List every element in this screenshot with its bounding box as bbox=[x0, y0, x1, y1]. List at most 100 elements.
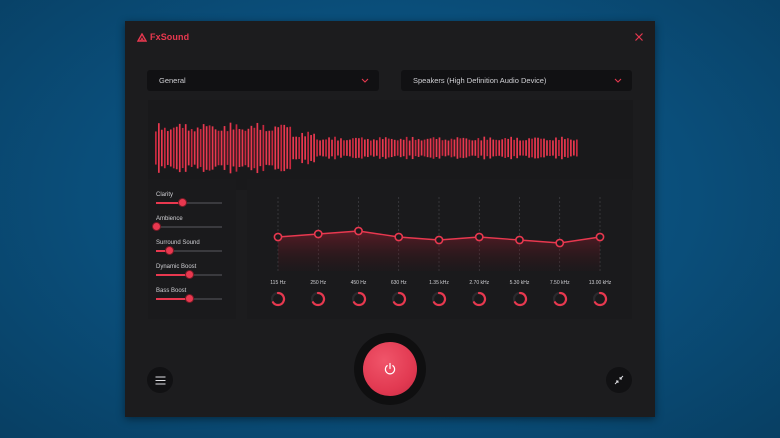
eq-band-frequency-knob[interactable] bbox=[471, 291, 487, 307]
waveform-bar bbox=[337, 140, 339, 156]
waveform-bar bbox=[199, 129, 202, 167]
waveform-bar bbox=[387, 138, 390, 158]
waveform-bar bbox=[456, 137, 459, 159]
waveform-bar bbox=[471, 140, 474, 156]
waveform-bar bbox=[528, 138, 530, 158]
effect-slider-track[interactable] bbox=[156, 295, 222, 302]
power-button[interactable] bbox=[363, 342, 417, 396]
waveform-bar bbox=[384, 137, 387, 159]
waveform-bar bbox=[393, 139, 396, 157]
waveform-bar bbox=[495, 139, 498, 157]
waveform-bar bbox=[172, 127, 175, 169]
eq-band-handle[interactable] bbox=[313, 229, 323, 239]
waveform-bar bbox=[432, 137, 435, 159]
effect-label: Surround Sound bbox=[156, 240, 200, 246]
eq-band-frequency-label: 115 Hz bbox=[270, 280, 286, 286]
effect-label: Ambience bbox=[156, 216, 183, 222]
eq-band-frequency-knob[interactable] bbox=[310, 291, 326, 307]
waveform-bar bbox=[307, 131, 309, 165]
effect-slider-handle[interactable] bbox=[185, 295, 193, 302]
eq-band-handle[interactable] bbox=[595, 232, 605, 242]
waveform-bar bbox=[190, 129, 193, 167]
chevron-down-icon bbox=[361, 78, 369, 83]
waveform-bar bbox=[570, 139, 572, 157]
eq-band-frequency-label: 2.70 kHz bbox=[469, 280, 490, 286]
effect-slider-track[interactable] bbox=[152, 223, 222, 230]
eq-band-handle[interactable] bbox=[555, 238, 565, 248]
fxsound-window: FxSound General Speakers (High Definitio… bbox=[125, 21, 655, 417]
waveform-bar bbox=[235, 124, 238, 172]
waveform-bar bbox=[540, 138, 542, 158]
eq-band-handle[interactable] bbox=[434, 235, 444, 245]
eq-band-handle[interactable] bbox=[273, 232, 283, 242]
effect-slider-handle[interactable] bbox=[165, 247, 173, 254]
effect-slider-handle[interactable] bbox=[152, 223, 160, 230]
waveform-bar bbox=[417, 139, 420, 157]
effect-slider-track[interactable] bbox=[156, 199, 222, 206]
waveform-bar bbox=[516, 137, 518, 159]
effect-slider-track[interactable] bbox=[156, 271, 222, 278]
eq-band-handle[interactable] bbox=[354, 226, 363, 236]
eq-band-frequency-knob[interactable] bbox=[391, 291, 407, 307]
waveform-bar bbox=[349, 139, 351, 157]
waveform-bar bbox=[280, 124, 283, 172]
menu-button[interactable] bbox=[147, 367, 173, 393]
waveform-bar bbox=[286, 127, 289, 169]
eq-band-handle[interactable] bbox=[474, 232, 484, 242]
waveform-bar bbox=[214, 129, 217, 167]
preset-dropdown[interactable]: General bbox=[147, 70, 379, 91]
waveform-bar bbox=[316, 139, 318, 157]
waveform-bar bbox=[155, 131, 157, 165]
waveform-bar bbox=[289, 126, 292, 170]
waveform-bar bbox=[358, 138, 360, 158]
waveform-bar bbox=[301, 132, 303, 164]
waveform-bar bbox=[441, 140, 444, 156]
waveform-bar bbox=[411, 136, 414, 160]
eq-band-handle[interactable] bbox=[515, 235, 524, 245]
waveform-bar bbox=[453, 139, 456, 157]
effect-slider-track[interactable] bbox=[156, 247, 222, 254]
close-button[interactable] bbox=[633, 30, 645, 42]
waveform-bar bbox=[346, 140, 348, 156]
waveform-bar bbox=[498, 140, 501, 156]
eq-band-frequency-knob[interactable] bbox=[270, 291, 286, 307]
eq-band-handle[interactable] bbox=[394, 232, 404, 242]
waveform-bar bbox=[549, 140, 551, 156]
eq-band-frequency-knob[interactable] bbox=[552, 291, 568, 307]
waveform-bar bbox=[184, 124, 187, 172]
waveform-bar bbox=[525, 140, 527, 156]
waveform-bar bbox=[492, 139, 495, 157]
effect-label: Bass Boost bbox=[156, 288, 187, 294]
output-device-dropdown[interactable]: Speakers (High Definition Audio Device) bbox=[401, 70, 632, 91]
waveform-bar bbox=[414, 139, 417, 157]
waveform-bar bbox=[558, 139, 560, 157]
eq-band-frequency-knob[interactable] bbox=[512, 291, 528, 307]
equalizer-panel: 115 Hz 250 Hz 450 Hz 630 Hz 1.35 kHz 2.70 kHz… bbox=[247, 179, 632, 319]
eq-band-frequency-knob[interactable] bbox=[351, 291, 367, 307]
waveform-bar bbox=[366, 138, 369, 158]
eq-band-frequency-knob[interactable] bbox=[592, 291, 608, 307]
shrink-icon bbox=[614, 375, 624, 385]
waveform-bar bbox=[474, 140, 477, 156]
effect-slider-handle[interactable] bbox=[178, 199, 186, 206]
waveform-bar bbox=[178, 123, 181, 173]
waveform-bar bbox=[208, 125, 211, 171]
shrink-view-button[interactable] bbox=[606, 367, 632, 393]
waveform-bar bbox=[468, 139, 471, 157]
waveform-bar bbox=[426, 138, 429, 158]
waveform-bar bbox=[390, 138, 393, 158]
waveform-bar bbox=[576, 139, 578, 157]
effect-slider-handle[interactable] bbox=[185, 271, 193, 278]
waveform-bar bbox=[405, 136, 408, 160]
waveform-bar bbox=[328, 137, 330, 159]
app-logo: FxSound bbox=[137, 31, 189, 43]
waveform-bar bbox=[334, 136, 336, 160]
waveform-bar bbox=[256, 122, 259, 174]
waveform-bar bbox=[364, 139, 366, 157]
effect-label: Clarity bbox=[156, 192, 174, 198]
waveform-bar bbox=[564, 139, 566, 157]
waveform-bar bbox=[211, 126, 214, 170]
eq-band-frequency-knob[interactable] bbox=[431, 291, 447, 307]
waveform-bar bbox=[355, 137, 357, 159]
waveform-bar bbox=[292, 136, 295, 160]
